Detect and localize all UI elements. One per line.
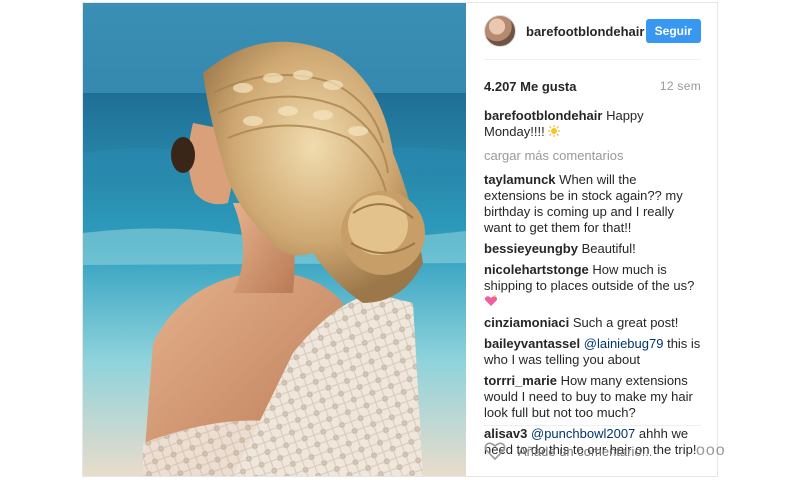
comment-item: cinziamoniaci Such a great post! <box>484 315 701 331</box>
header-username[interactable]: barefootblondehair <box>526 24 646 39</box>
likes-row: 4.207 Me gusta 12 sem <box>484 68 701 104</box>
comment-item: bessieyeungby Beautiful! <box>484 241 701 257</box>
post-photo[interactable] <box>83 3 466 476</box>
comment-mention[interactable]: @lainiebug79 <box>584 336 664 351</box>
sparkling-heart-emoji-icon <box>484 295 498 306</box>
load-more-comments[interactable]: cargar más comentarios <box>484 148 701 164</box>
comment-username[interactable]: bessieyeungby <box>484 241 578 256</box>
comment-item: nicolehartstonge How much is shipping to… <box>484 262 701 310</box>
like-heart-icon[interactable] <box>484 441 506 461</box>
comment-username[interactable]: nicolehartstonge <box>484 262 589 277</box>
post-image-woman-braided-hair <box>83 3 466 476</box>
follow-button[interactable]: Seguir <box>645 19 701 43</box>
post-footer: ooo <box>484 425 725 476</box>
avatar[interactable] <box>484 15 516 47</box>
comment-username[interactable]: taylamunck <box>484 172 556 187</box>
comment-item: baileyvantassel @lainiebug79 this is who… <box>484 336 701 368</box>
comment-text: Beautiful! <box>581 241 636 256</box>
comments-section: barefootblondehair Happy Monday!!!! carg… <box>484 108 701 458</box>
caption-username[interactable]: barefootblondehair <box>484 108 602 123</box>
comment-item: taylamunck When will the extensions be i… <box>484 172 701 236</box>
likes-count[interactable]: 4.207 Me gusta <box>484 79 577 94</box>
comment-username[interactable]: cinziamoniaci <box>484 315 569 330</box>
more-options-icon[interactable]: ooo <box>696 442 726 460</box>
caption: barefootblondehair Happy Monday!!!! <box>484 108 701 140</box>
comment-text: Such a great post! <box>572 315 679 330</box>
post-time[interactable]: 12 sem <box>660 79 701 93</box>
instagram-post: barefootblondehair Seguir 4.207 Me gusta… <box>82 2 725 477</box>
post-header: barefootblondehair Seguir <box>484 3 701 60</box>
sun-emoji-icon <box>548 125 561 137</box>
comment-username[interactable]: torrri_marie <box>484 373 557 388</box>
comment-username[interactable]: baileyvantassel <box>484 336 580 351</box>
comment-item: torrri_marie How many extensions would I… <box>484 373 701 421</box>
add-comment-input[interactable] <box>516 442 696 460</box>
post-sidebar: barefootblondehair Seguir 4.207 Me gusta… <box>466 3 725 476</box>
